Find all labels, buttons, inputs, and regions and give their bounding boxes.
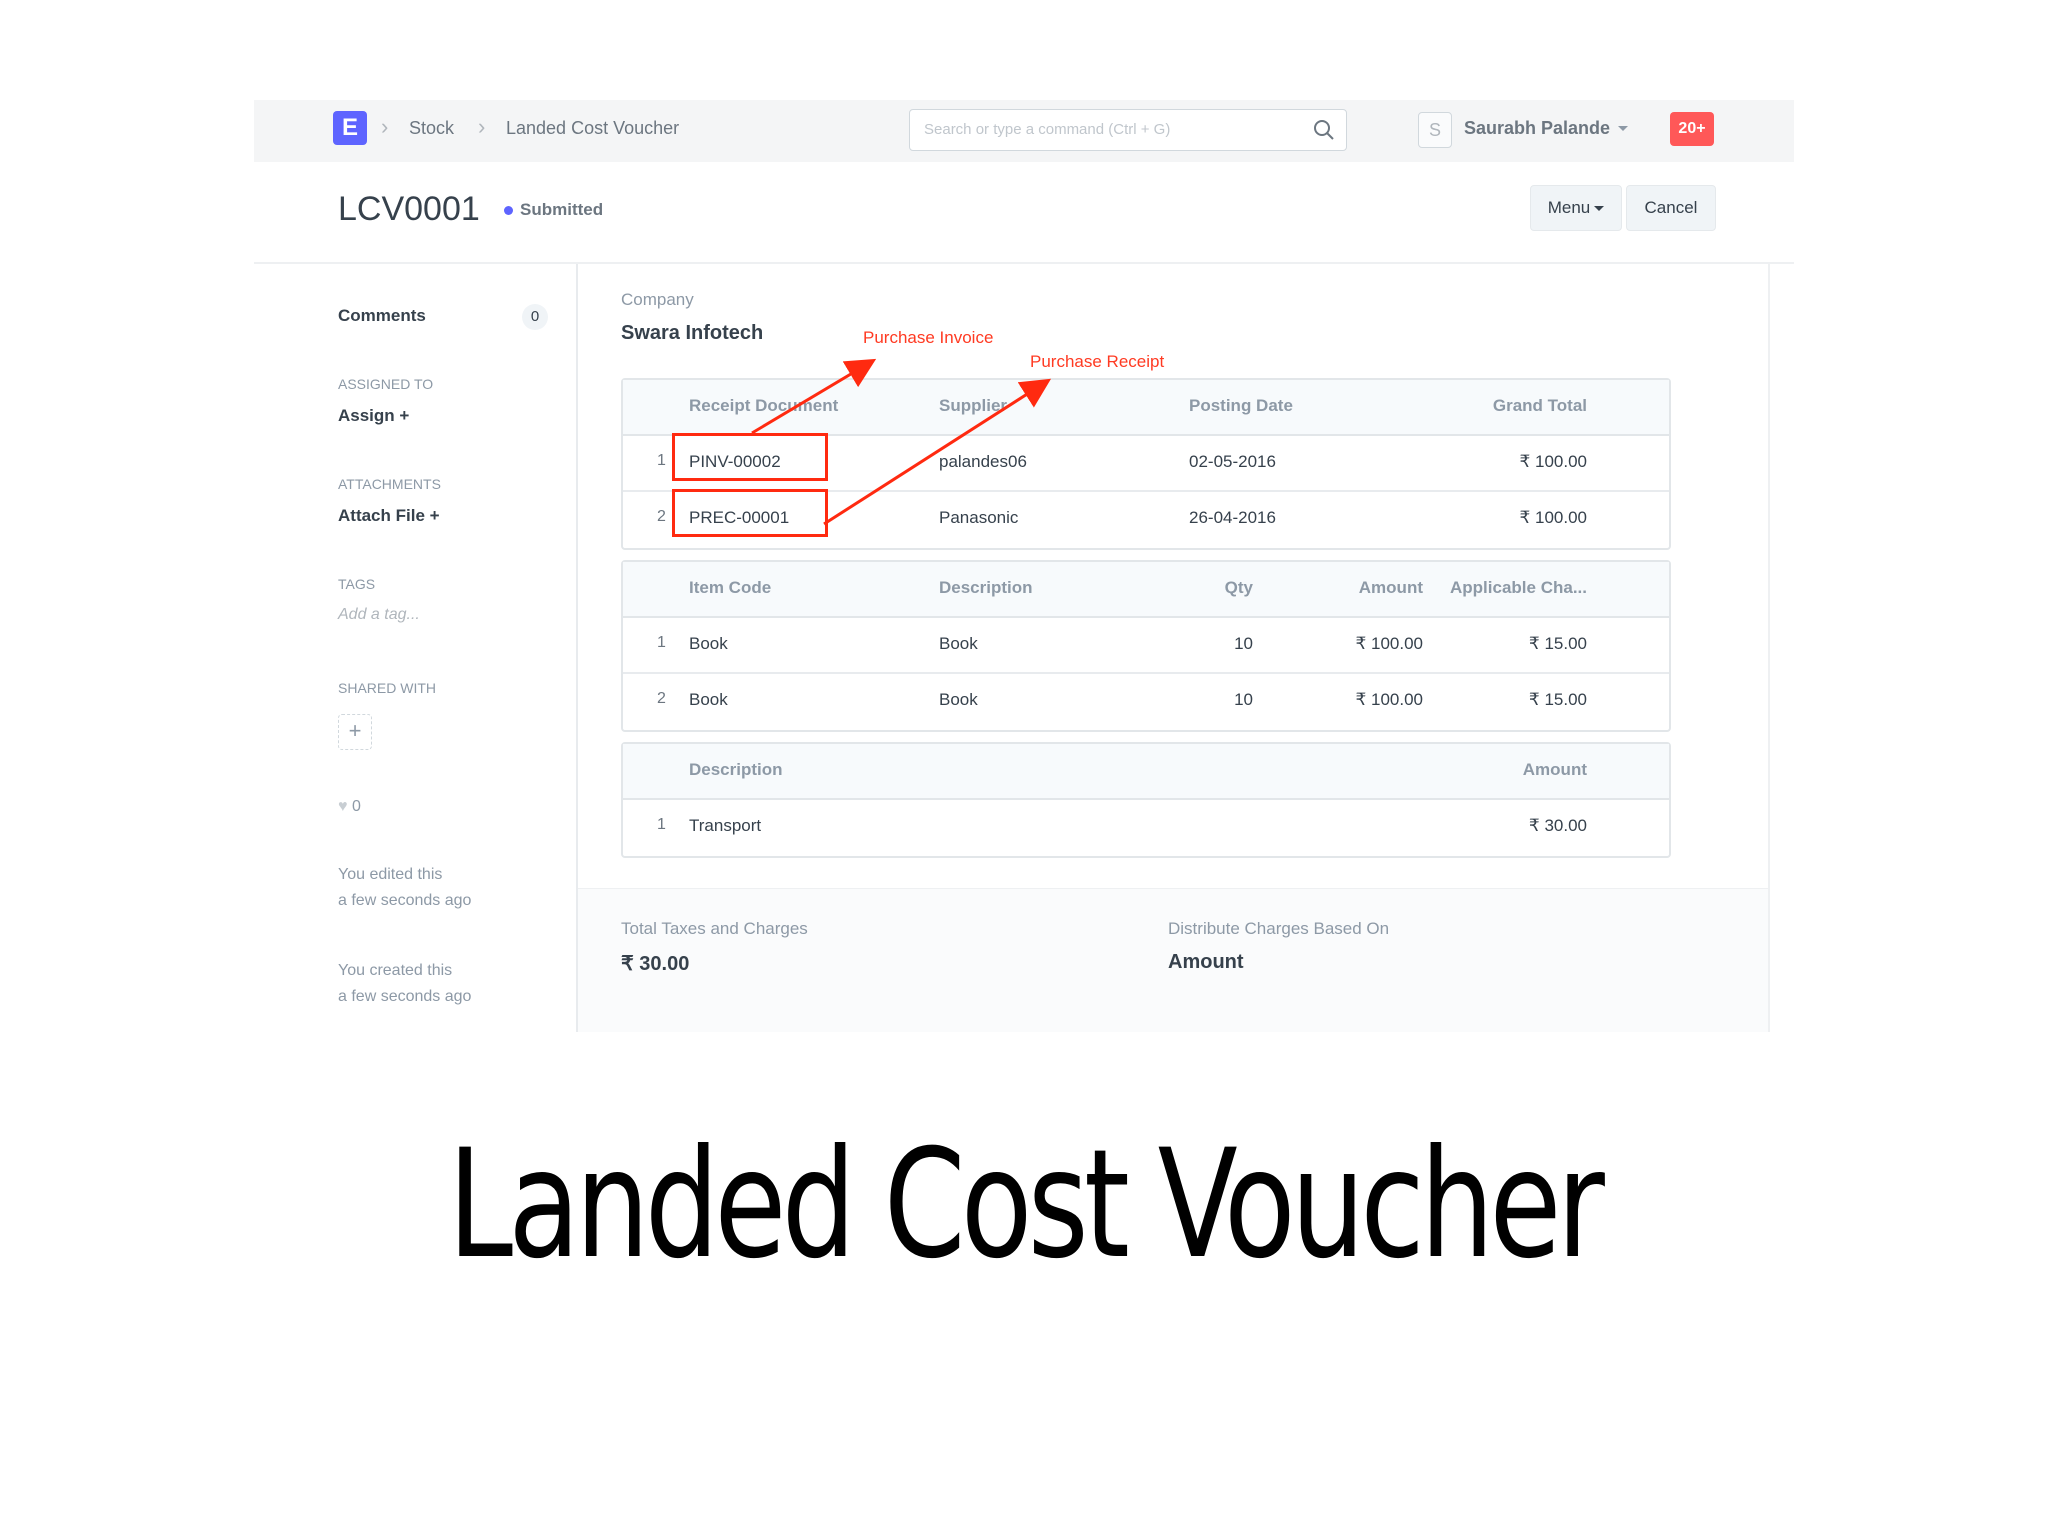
heart-icon: ♥ xyxy=(338,798,348,815)
column-header: Amount xyxy=(1522,760,1587,779)
timeline-created: You created this a few seconds ago xyxy=(338,958,471,1010)
add-tag-input[interactable]: Add a tag... xyxy=(338,606,420,624)
column-header: Description xyxy=(939,578,1033,597)
table-row[interactable]: 2 Book Book 10 ₹ 100.00 ₹ 15.00 xyxy=(623,674,1669,728)
posting-date-cell: 26-04-2016 xyxy=(1189,508,1276,527)
applicable-charges-cell: ₹ 15.00 xyxy=(1528,634,1587,653)
column-header: Receipt Document xyxy=(689,396,839,415)
chevron-right-icon: › xyxy=(478,114,486,139)
edited-text: You edited this xyxy=(338,866,443,883)
form-sidebar: Comments 0 ASSIGNED TO Assign + ATTACHME… xyxy=(254,264,578,1032)
search-icon xyxy=(1314,120,1334,140)
column-header: Applicable Cha... xyxy=(1450,578,1587,597)
page-head: LCV0001 Submitted Menu Cancel xyxy=(254,162,1794,264)
description-cell: Book xyxy=(939,690,978,709)
grand-total-cell: ₹ 100.00 xyxy=(1519,508,1587,527)
search-input[interactable]: Search or type a command (Ctrl + G) xyxy=(909,109,1347,151)
amount-cell: ₹ 100.00 xyxy=(1355,690,1423,709)
comments-link[interactable]: Comments xyxy=(338,306,426,326)
user-menu[interactable]: Saurabh Palande xyxy=(1464,118,1610,139)
timeline-edited: You edited this a few seconds ago xyxy=(338,862,471,914)
company-value[interactable]: Swara Infotech xyxy=(621,322,763,345)
taxes-table: Description Amount 1 Transport ₹ 30.00 xyxy=(621,742,1671,858)
notifications-badge[interactable]: 20+ xyxy=(1670,112,1714,146)
edited-time: a few seconds ago xyxy=(338,892,472,909)
table-header: Item Code Description Qty Amount Applica… xyxy=(623,562,1669,618)
app-logo[interactable]: E xyxy=(333,111,367,145)
row-index: 1 xyxy=(657,452,666,469)
chevron-right-icon: › xyxy=(381,114,389,139)
row-index: 1 xyxy=(657,634,666,651)
tax-description-cell[interactable]: Transport xyxy=(689,816,761,836)
table-header: Description Amount xyxy=(623,744,1669,800)
search-placeholder: Search or type a command (Ctrl + G) xyxy=(924,121,1171,138)
qty-cell: 10 xyxy=(1234,634,1253,653)
row-index: 1 xyxy=(657,816,666,833)
likes-count: 0 xyxy=(351,798,361,815)
created-time: a few seconds ago xyxy=(338,988,472,1005)
menu-button[interactable]: Menu xyxy=(1530,185,1622,231)
attach-file-button[interactable]: Attach File + xyxy=(338,506,440,526)
created-text: You created this xyxy=(338,962,453,979)
table-row[interactable]: 1 Book Book 10 ₹ 100.00 ₹ 15.00 xyxy=(623,618,1669,674)
page-title: LCV0001 xyxy=(338,190,480,228)
company-label: Company xyxy=(621,290,694,309)
total-taxes-label: Total Taxes and Charges xyxy=(621,919,808,938)
applicable-charges-cell: ₹ 15.00 xyxy=(1528,690,1587,709)
caret-down-icon xyxy=(1594,206,1605,212)
supplier-cell: palandes06 xyxy=(939,452,1027,471)
column-header: Item Code xyxy=(689,578,772,597)
column-header: Posting Date xyxy=(1189,396,1293,415)
caret-down-icon[interactable] xyxy=(1618,126,1628,131)
annotation-box-receipt xyxy=(672,489,828,537)
menu-button-label: Menu xyxy=(1547,198,1591,217)
column-header: Description xyxy=(689,760,783,779)
avatar[interactable]: S xyxy=(1418,112,1452,148)
column-header: Grand Total xyxy=(1492,396,1587,415)
breadcrumb-stock[interactable]: Stock xyxy=(409,118,454,139)
annotation-box-invoice xyxy=(672,433,828,481)
table-header: Receipt Document Supplier Posting Date G… xyxy=(623,380,1669,436)
assign-button[interactable]: Assign + xyxy=(338,406,409,426)
column-header: Supplier xyxy=(939,396,1008,415)
column-header: Amount xyxy=(1358,578,1423,597)
row-index: 2 xyxy=(657,508,666,525)
app-screenshot: E › Stock › Landed Cost Voucher Search o… xyxy=(254,100,1794,1032)
slide-caption: Landed Cost Voucher xyxy=(447,1118,1605,1292)
distribute-charges-label: Distribute Charges Based On xyxy=(1168,919,1390,938)
annotation-purchase-invoice: Purchase Invoice xyxy=(863,328,994,347)
item-code-cell[interactable]: Book xyxy=(689,690,728,710)
cancel-button[interactable]: Cancel xyxy=(1626,185,1716,231)
grand-total-cell: ₹ 100.00 xyxy=(1519,452,1587,471)
table-row[interactable]: 1 Transport ₹ 30.00 xyxy=(623,800,1669,854)
breadcrumb-landed-cost-voucher[interactable]: Landed Cost Voucher xyxy=(506,118,679,139)
assigned-to-heading: ASSIGNED TO xyxy=(338,376,434,392)
comments-count: 0 xyxy=(522,304,548,330)
add-share-button[interactable]: + xyxy=(338,714,372,750)
amount-cell: ₹ 100.00 xyxy=(1355,634,1423,653)
supplier-cell: Panasonic xyxy=(939,508,1019,527)
tags-heading: TAGS xyxy=(338,576,376,592)
qty-cell: 10 xyxy=(1234,690,1253,709)
description-cell: Book xyxy=(939,634,978,653)
status-badge: Submitted xyxy=(520,200,604,219)
column-header: Qty xyxy=(1224,578,1253,597)
shared-with-heading: SHARED WITH xyxy=(338,680,436,696)
posting-date-cell: 02-05-2016 xyxy=(1189,452,1276,471)
items-table: Item Code Description Qty Amount Applica… xyxy=(621,560,1671,732)
like-button[interactable]: ♥ 0 xyxy=(338,798,361,816)
tax-amount-cell: ₹ 30.00 xyxy=(1528,816,1587,835)
item-code-cell[interactable]: Book xyxy=(689,634,728,654)
total-taxes-value: ₹ 30.00 xyxy=(621,953,690,975)
status-dot-icon xyxy=(504,206,513,215)
attachments-heading: ATTACHMENTS xyxy=(338,476,441,492)
annotation-purchase-receipt: Purchase Receipt xyxy=(1030,352,1165,371)
form-body: Company Swara Infotech Receipt Document … xyxy=(578,264,1770,1032)
distribute-charges-value: Amount xyxy=(1168,951,1244,973)
row-index: 2 xyxy=(657,690,666,707)
top-navbar: E › Stock › Landed Cost Voucher Search o… xyxy=(254,100,1794,163)
totals-section: Total Taxes and Charges ₹ 30.00 Distribu… xyxy=(578,888,1768,1032)
